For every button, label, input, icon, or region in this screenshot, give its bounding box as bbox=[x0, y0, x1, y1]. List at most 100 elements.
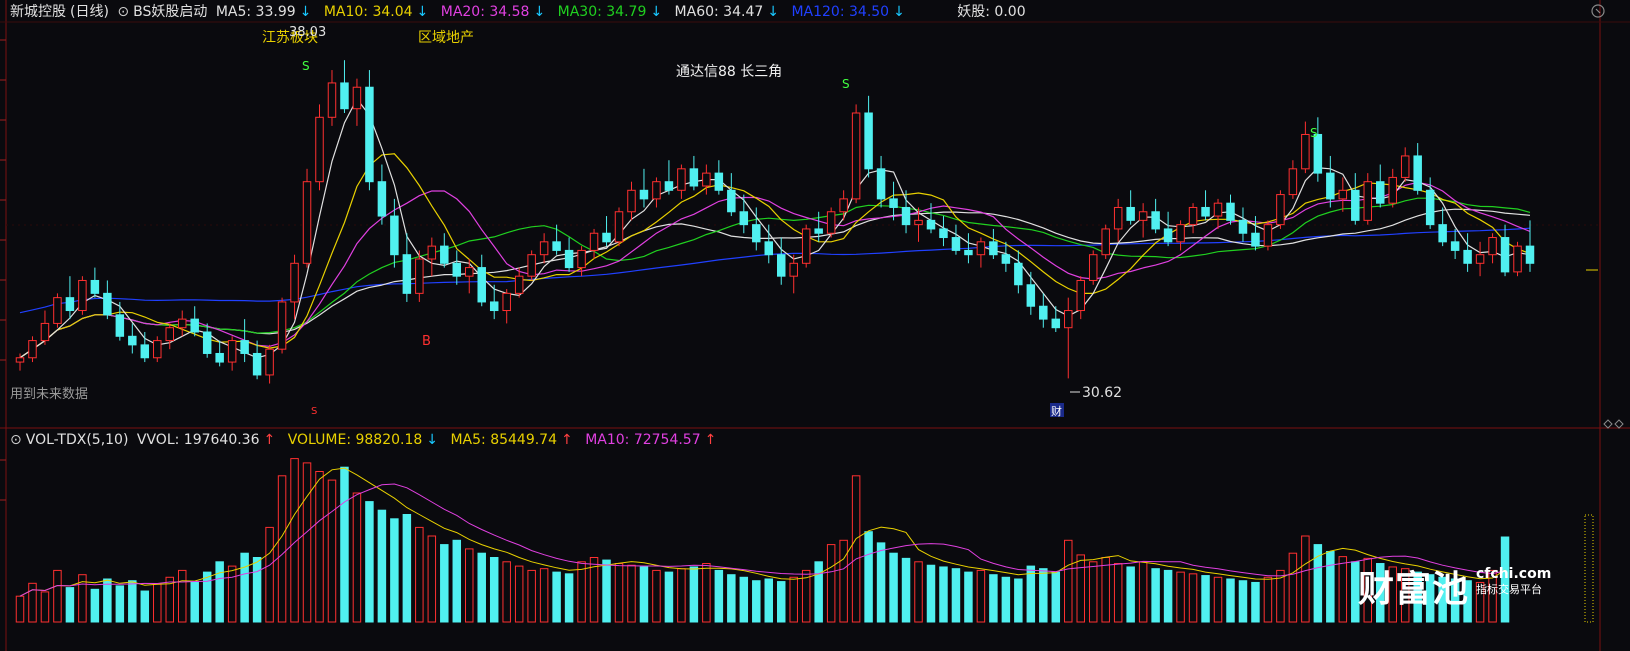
volume-bar bbox=[514, 565, 524, 623]
volume-bar bbox=[951, 568, 961, 623]
indicator-name[interactable]: BS妖股启动 bbox=[133, 4, 207, 20]
candle-body bbox=[1001, 254, 1011, 264]
candle-body bbox=[1126, 206, 1135, 221]
candle-body bbox=[677, 168, 686, 191]
candle-body bbox=[1076, 279, 1085, 312]
stock-name[interactable]: 新城控股 bbox=[10, 4, 66, 20]
candle-body bbox=[452, 262, 462, 277]
candle-body bbox=[1488, 237, 1497, 256]
candle-body bbox=[976, 241, 986, 256]
candle-body bbox=[552, 241, 561, 251]
kline-chart[interactable]: 江苏板块 38.03 区域地产 通达信88 长三角 用到未来数据 B S S S… bbox=[0, 0, 1630, 651]
candle-body bbox=[502, 292, 511, 312]
volume-bar bbox=[65, 587, 75, 623]
candle-body bbox=[602, 232, 611, 243]
watermark-domain: cfchi.com bbox=[1476, 566, 1552, 582]
volume-bar bbox=[1001, 576, 1011, 623]
candle-body bbox=[90, 279, 100, 294]
candle-body bbox=[1463, 249, 1472, 264]
volume-bar bbox=[1338, 556, 1348, 623]
ma30-polyline bbox=[19, 197, 1531, 359]
volume-bar bbox=[15, 595, 25, 623]
yaogu-readout: 妖股: 0.00 bbox=[957, 4, 1026, 20]
candle-body bbox=[1276, 194, 1285, 226]
volume-bar bbox=[1039, 568, 1048, 623]
volume-bar bbox=[340, 466, 349, 623]
candle-body bbox=[190, 318, 199, 333]
volume-bar bbox=[252, 557, 262, 623]
candle-body bbox=[103, 292, 112, 316]
volume-bar bbox=[1326, 550, 1335, 623]
candle-body bbox=[627, 189, 636, 213]
volume-bar bbox=[440, 544, 449, 623]
vol-name[interactable]: VOL-TDX(5,10) bbox=[26, 432, 129, 448]
volume-bar bbox=[1251, 581, 1260, 623]
candle-body bbox=[1176, 224, 1185, 243]
candle-body bbox=[140, 344, 150, 359]
volume-bar bbox=[452, 539, 462, 623]
volume-bar bbox=[889, 552, 898, 623]
candle-body bbox=[28, 340, 37, 359]
volume-bar bbox=[302, 462, 312, 623]
restore-icon[interactable] bbox=[1591, 4, 1605, 18]
volume-bar bbox=[190, 581, 199, 623]
volume-bar bbox=[1101, 557, 1110, 623]
candle-body bbox=[327, 82, 337, 118]
volume-bar bbox=[1088, 561, 1098, 623]
candle-body bbox=[402, 254, 412, 294]
candle-body bbox=[1014, 262, 1023, 286]
volume-bar bbox=[1238, 580, 1248, 623]
volume-readout: VOLUME: 98820.18 ↓ bbox=[287, 432, 439, 448]
candle-body bbox=[539, 241, 549, 256]
vvol-readout: VVOL: 197640.36 ↑ bbox=[136, 432, 276, 448]
candle-body bbox=[1326, 172, 1335, 200]
candle-body bbox=[1151, 211, 1160, 230]
candle-body bbox=[727, 189, 736, 213]
candle-body bbox=[115, 314, 125, 337]
low-price-label: 30.62 bbox=[1082, 385, 1122, 401]
candle-body bbox=[1513, 245, 1522, 273]
candle-body bbox=[564, 249, 574, 269]
candle-body bbox=[652, 181, 661, 200]
volume-bar bbox=[153, 583, 162, 623]
volume-bar bbox=[90, 588, 100, 623]
candle-body bbox=[589, 232, 599, 251]
period-label[interactable]: (日线) bbox=[70, 4, 109, 20]
volume-bar bbox=[265, 526, 274, 623]
candle-body bbox=[764, 241, 774, 256]
expand-icon[interactable] bbox=[1603, 419, 1624, 429]
candle-body bbox=[277, 301, 287, 350]
candle-body bbox=[714, 172, 724, 191]
candle-body bbox=[752, 224, 761, 243]
candle-body bbox=[914, 219, 923, 226]
indicator-icon[interactable]: ⊙ bbox=[117, 4, 129, 20]
candle-body bbox=[1500, 237, 1510, 273]
volume-bar bbox=[527, 569, 536, 623]
candle-body bbox=[1163, 228, 1173, 243]
high-price-label: 38.03 bbox=[289, 25, 326, 40]
ma30-readout: MA30: 34.79 ↓ bbox=[557, 4, 663, 20]
volume-bar bbox=[1176, 571, 1185, 623]
candle-body bbox=[577, 249, 586, 269]
candle-body bbox=[153, 340, 162, 359]
volume-bar bbox=[602, 559, 611, 623]
ma20-readout: MA20: 34.58 ↓ bbox=[440, 4, 546, 20]
watermark: 财富池 bbox=[1358, 560, 1469, 612]
candle-body bbox=[390, 215, 399, 256]
ma5-readout: MA5: 33.99 ↓ bbox=[215, 4, 312, 20]
sell-marker-3: S bbox=[1310, 126, 1318, 140]
volume-bar bbox=[839, 539, 848, 623]
candle-body bbox=[1213, 202, 1223, 217]
candle-body bbox=[265, 348, 274, 376]
candle-body bbox=[1039, 305, 1048, 320]
volume-bar bbox=[814, 561, 823, 623]
candle-body bbox=[1388, 176, 1397, 204]
vol-settings-icon[interactable]: ⊙ bbox=[10, 432, 22, 448]
volume-bar bbox=[140, 590, 150, 623]
candle-body bbox=[614, 211, 624, 243]
candle-body bbox=[789, 262, 798, 277]
candle-body bbox=[415, 258, 424, 294]
volume-bar bbox=[1188, 573, 1198, 623]
volume-bar bbox=[53, 569, 62, 623]
volume-bar bbox=[489, 557, 499, 623]
